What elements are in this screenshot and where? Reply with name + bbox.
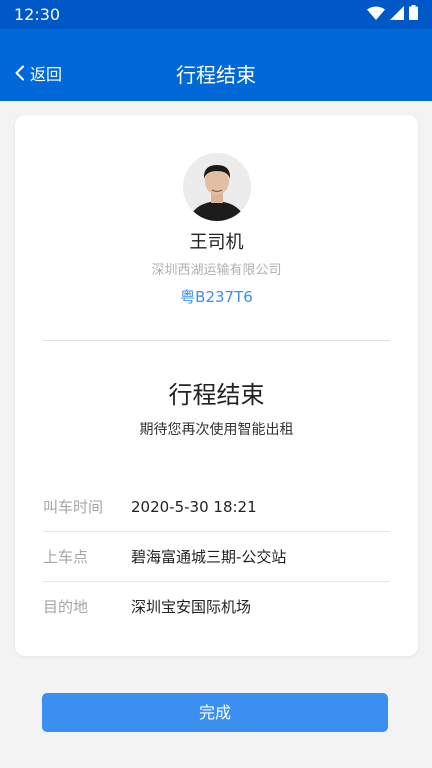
wifi-icon	[367, 5, 385, 24]
detail-label: 目的地	[43, 598, 89, 616]
cellular-signal-icon	[390, 5, 404, 24]
trip-status-title: 行程结束	[168, 381, 265, 409]
trip-complete-screen: 12:30 返回 行程结束 王司机 深圳西湖运输有限公司 粤B237T6 行程结…	[0, 0, 432, 768]
status-bar: 12:30	[0, 0, 432, 29]
divider	[43, 340, 390, 341]
detail-row-call-time: 叫车时间 2020-5-30 18:21	[43, 482, 390, 532]
detail-row-destination: 目的地 深圳宝安国际机场	[43, 582, 390, 631]
driver-company: 深圳西湖运输有限公司	[151, 263, 282, 278]
status-time: 12:30	[14, 5, 61, 24]
battery-icon	[409, 4, 418, 24]
app-bar: 返回 行程结束	[0, 29, 432, 101]
driver-name: 王司机	[189, 232, 244, 253]
status-icons	[367, 4, 418, 24]
detail-row-pickup: 上车点 碧海富通城三期-公交站	[43, 532, 390, 582]
detail-label: 上车点	[43, 548, 89, 566]
page-title: 行程结束	[176, 63, 256, 87]
detail-value: 碧海富通城三期-公交站	[131, 548, 287, 566]
trip-card: 王司机 深圳西湖运输有限公司 粤B237T6 行程结束 期待您再次使用智能出租 …	[15, 115, 418, 656]
trip-status-subtitle: 期待您再次使用智能出租	[139, 422, 294, 438]
avatar	[183, 153, 251, 221]
detail-label: 叫车时间	[43, 498, 104, 516]
detail-value: 2020-5-30 18:21	[131, 498, 257, 516]
license-plate: 粤B237T6	[180, 288, 253, 306]
trip-details: 叫车时间 2020-5-30 18:21 上车点 碧海富通城三期-公交站 目的地…	[43, 482, 390, 631]
done-button[interactable]: 完成	[42, 693, 388, 732]
detail-value: 深圳宝安国际机场	[131, 598, 252, 616]
